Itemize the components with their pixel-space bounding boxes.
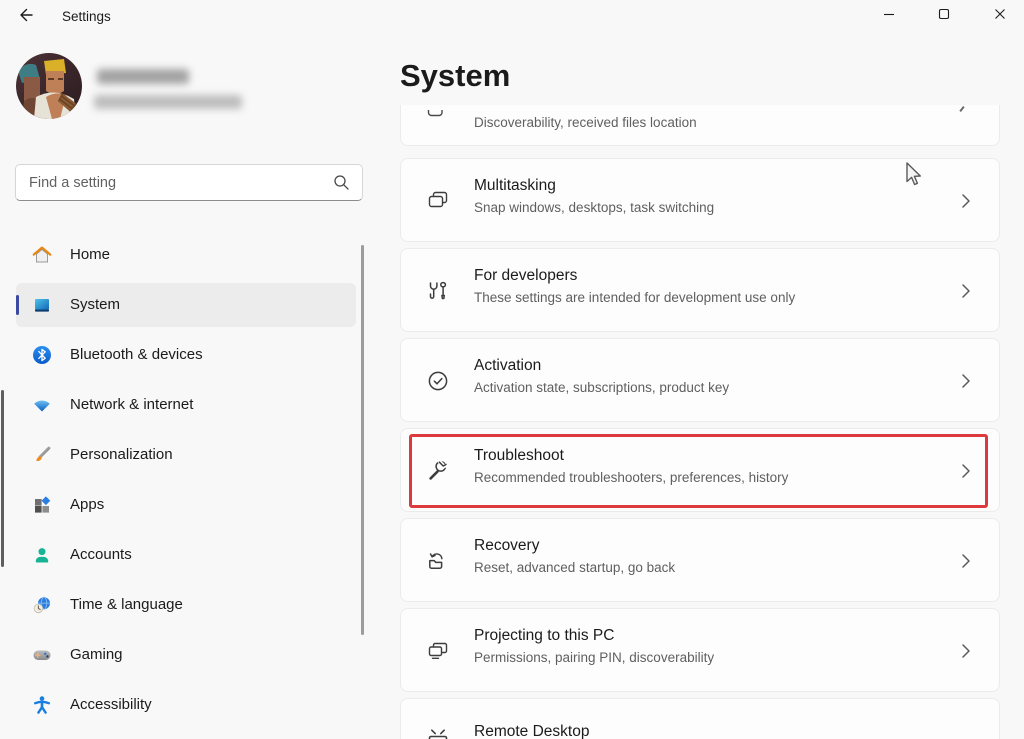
card-title: Recovery (474, 537, 539, 555)
minimize-button[interactable] (866, 0, 912, 32)
user-name-redacted (97, 69, 189, 84)
system-icon (32, 295, 52, 315)
settings-card-recovery[interactable]: Recovery Reset, advanced startup, go bac… (400, 518, 1000, 602)
developers-icon (425, 278, 451, 304)
selected-indicator (16, 295, 19, 315)
chevron-right-icon (961, 463, 971, 484)
sidebar-item-accessibility[interactable]: Accessibility (16, 683, 356, 727)
chevron-right-icon (961, 193, 971, 214)
sidebar-item-label: Home (70, 233, 110, 277)
sidebar-item-gaming[interactable]: Gaming (16, 633, 356, 677)
sidebar-item-label: Accounts (70, 533, 132, 577)
card-subtitle: Snap windows, desktops, task switching (474, 200, 714, 215)
card-title: Troubleshoot (474, 447, 564, 465)
gaming-icon (32, 645, 52, 665)
settings-card-nearby-sharing-partial[interactable]: Discoverability, received files location (400, 105, 1000, 146)
titlebar: Settings (0, 0, 1024, 34)
user-avatar[interactable] (16, 53, 82, 119)
sidebar-item-label: Network & internet (70, 383, 193, 427)
search-input[interactable] (29, 166, 329, 199)
sidebar-item-accounts[interactable]: Accounts (16, 533, 356, 577)
chevron-right-icon (961, 643, 971, 664)
arrow-left-icon (18, 7, 34, 28)
sidebar-scrollbar[interactable] (361, 245, 364, 635)
sidebar-item-time-language[interactable]: Time & language (16, 583, 356, 627)
close-icon (994, 7, 1006, 25)
chevron-right-icon (961, 553, 971, 574)
sidebar-item-bluetooth-devices[interactable]: Bluetooth & devices (16, 333, 356, 377)
accounts-icon (32, 545, 52, 565)
sidebar-item-apps[interactable]: Apps (16, 483, 356, 527)
personalization-icon (32, 445, 52, 465)
sidebar-item-label: Apps (70, 483, 104, 527)
remote-desktop-icon (425, 729, 451, 739)
sidebar-item-label: Gaming (70, 633, 123, 677)
page-title: System (400, 58, 510, 94)
sidebar-item-system[interactable]: System (16, 283, 356, 327)
time-language-icon (32, 595, 52, 615)
projecting-icon (425, 638, 451, 664)
card-subtitle: Discoverability, received files location (474, 115, 697, 130)
card-title: Multitasking (474, 177, 556, 195)
settings-card-troubleshoot[interactable]: Troubleshoot Recommended troubleshooters… (400, 428, 1000, 512)
multitasking-icon (425, 188, 451, 214)
card-title: Activation (474, 357, 541, 375)
apps-icon (32, 495, 52, 515)
sidebar-item-label: Personalization (70, 433, 173, 477)
card-subtitle: Reset, advanced startup, go back (474, 560, 675, 575)
app-title: Settings (62, 9, 111, 24)
activation-icon (425, 368, 451, 394)
card-subtitle: Recommended troubleshooters, preferences… (474, 470, 788, 485)
recovery-icon (425, 548, 451, 574)
chevron-right-icon (961, 283, 971, 304)
settings-card-multitasking[interactable]: Multitasking Snap windows, desktops, tas… (400, 158, 1000, 242)
chevron-right-icon (959, 106, 964, 112)
sidebar-item-personalization[interactable]: Personalization (16, 433, 356, 477)
chevron-right-icon (961, 373, 971, 394)
settings-card-for-developers[interactable]: For developers These settings are intend… (400, 248, 1000, 332)
card-title: Remote Desktop (474, 723, 589, 739)
troubleshoot-icon (425, 458, 451, 484)
card-subtitle: Activation state, subscriptions, product… (474, 380, 729, 395)
settings-card-projecting[interactable]: Projecting to this PC Permissions, pairi… (400, 608, 1000, 692)
sidebar-item-label: Accessibility (70, 683, 152, 727)
card-subtitle: Permissions, pairing PIN, discoverabilit… (474, 650, 714, 665)
settings-card-activation[interactable]: Activation Activation state, subscriptio… (400, 338, 1000, 422)
sidebar-item-label: System (70, 283, 120, 327)
bluetooth-icon (32, 345, 52, 365)
minimize-icon (883, 7, 895, 25)
home-icon (32, 245, 52, 265)
card-title: For developers (474, 267, 577, 285)
accessibility-icon (32, 695, 52, 715)
search-icon (333, 174, 350, 196)
user-email-redacted (94, 95, 242, 109)
sidebar-item-home[interactable]: Home (16, 233, 356, 277)
card-title: Projecting to this PC (474, 627, 614, 645)
close-button[interactable] (977, 0, 1023, 32)
window-edge-scrollbar[interactable] (1, 390, 4, 567)
settings-card-remote-desktop[interactable]: Remote Desktop (400, 698, 1000, 739)
maximize-icon (938, 7, 950, 25)
sidebar-item-network-internet[interactable]: Network & internet (16, 383, 356, 427)
maximize-button[interactable] (921, 0, 967, 32)
back-button[interactable] (10, 4, 42, 30)
nearby-share-icon (427, 107, 445, 125)
sidebar-item-label: Time & language (70, 583, 183, 627)
search-box[interactable] (15, 164, 363, 201)
card-subtitle: These settings are intended for developm… (474, 290, 795, 305)
sidebar-item-label: Bluetooth & devices (70, 333, 203, 377)
network-icon (32, 395, 52, 415)
